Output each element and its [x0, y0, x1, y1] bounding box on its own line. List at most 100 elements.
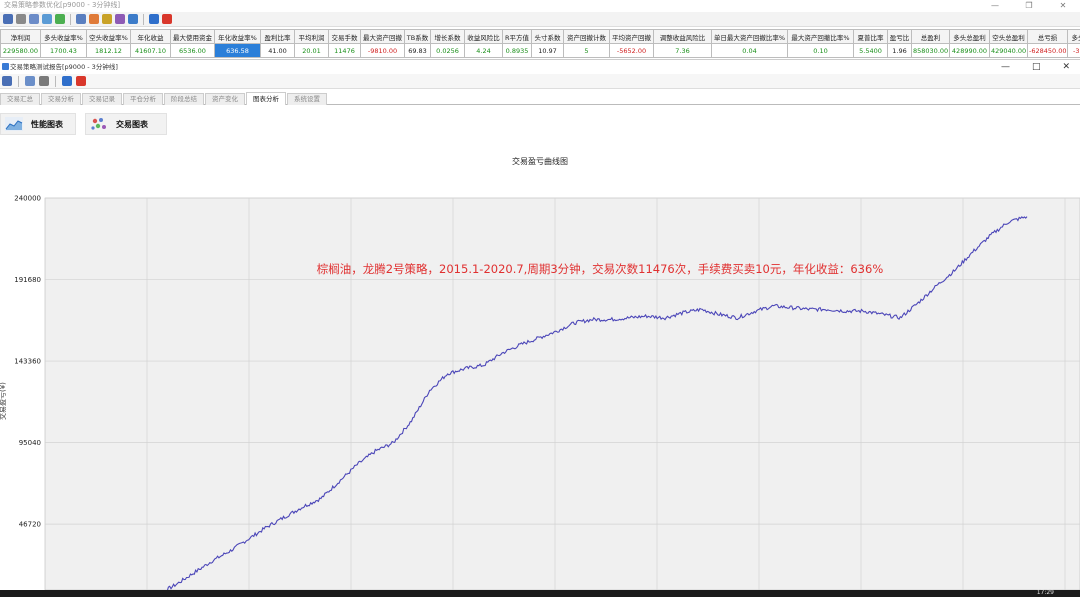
stats-value-cell[interactable]: 858030.00 — [911, 43, 950, 58]
stats-value-cell[interactable]: 0.8935 — [502, 43, 532, 58]
stats-header-cell[interactable]: 空头总盈利 — [989, 29, 1028, 44]
help-icon[interactable] — [62, 76, 72, 86]
stats-value-cell[interactable]: 229580.00 — [0, 43, 41, 58]
stats-value-cell[interactable]: 1700.43 — [40, 43, 87, 58]
stats-value-cell[interactable]: 7.36 — [653, 43, 712, 58]
performance-chart-label: 性能图表 — [31, 119, 63, 129]
report-minimize-button[interactable]: — — [1001, 60, 1010, 74]
stats-value-cell[interactable]: 0.0256 — [430, 43, 465, 58]
report-maximize-button[interactable]: □ — [1032, 60, 1041, 74]
stats-value-cell[interactable]: 429040.00 — [989, 43, 1028, 58]
stats-value-cell[interactable]: 69.83 — [404, 43, 431, 58]
stats-value-cell[interactable]: -31785 — [1067, 43, 1080, 58]
stats-header-cell[interactable]: 总亏损 — [1027, 29, 1068, 44]
stats-value-cell[interactable]: -628450.00 — [1027, 43, 1068, 58]
stats-value-cell[interactable]: 11476 — [328, 43, 361, 58]
tab-system-settings[interactable]: 系统设置 — [287, 93, 327, 105]
toolbar-separator — [18, 75, 19, 87]
stats-header-cell[interactable]: 交易手数 — [328, 29, 361, 44]
stats-header-cell[interactable]: 多头收益率% — [40, 29, 87, 44]
stats-value-cell[interactable]: 428990.00 — [949, 43, 990, 58]
tab-chart-analysis[interactable]: 图表分析 — [246, 92, 286, 105]
stats-header-cell[interactable]: 收益风险比 — [464, 29, 503, 44]
stats-value-cell[interactable]: 6536.00 — [170, 43, 215, 58]
performance-chart-button[interactable]: 性能图表 — [0, 113, 76, 135]
stats-value-cell[interactable]: 0.04 — [711, 43, 788, 58]
trade-chart-button[interactable]: 交易图表 — [85, 113, 167, 135]
stats-header-cell[interactable]: 总盈利 — [911, 29, 950, 44]
stats-value-cell[interactable]: 1812.12 — [86, 43, 131, 58]
stats-value-cell[interactable]: 41.00 — [260, 43, 295, 58]
exit-icon[interactable] — [162, 14, 172, 24]
export-icon[interactable] — [128, 14, 138, 24]
equity-curve-chart: 240000 191680 143360 95040 46720 棕榈油，龙腾2号策略，2… — [14, 195, 1080, 590]
stats-value-cell[interactable]: 41607.10 — [130, 43, 171, 58]
stats-header-cell[interactable]: 空头收益率% — [86, 29, 131, 44]
stats-header-cell[interactable]: 多头总盈利 — [949, 29, 990, 44]
restore-button[interactable]: ❐ — [1012, 0, 1046, 11]
stats-header-cell[interactable]: 最大使用资金 — [170, 29, 215, 44]
report-app-icon — [2, 63, 9, 70]
stats-header-cell[interactable]: 头寸系数 — [531, 29, 564, 44]
stats-header-cell[interactable]: 平均资产回撤 — [609, 29, 654, 44]
stats-header-cell[interactable]: 最大资产回撤 — [360, 29, 405, 44]
line-chart-icon[interactable] — [89, 14, 99, 24]
stats-value-cell[interactable]: 1.96 — [887, 43, 912, 58]
link-icon[interactable] — [29, 14, 39, 24]
stats-header-cell[interactable]: 平均利润 — [294, 29, 329, 44]
stats-header-cell[interactable]: 年化收益率% — [214, 29, 261, 44]
refresh-icon[interactable] — [42, 14, 52, 24]
stats-value-cell[interactable]: 5 — [563, 43, 610, 58]
minimize-button[interactable]: — — [978, 0, 1012, 11]
stats-header-cell[interactable]: 盈亏比 — [887, 29, 912, 44]
stats-header-cell[interactable]: 年化收益 — [130, 29, 171, 44]
stats-header-cell[interactable]: 多头总亏 — [1067, 29, 1080, 44]
stats-header-cell[interactable]: 单日最大资产回撤比率% — [711, 29, 788, 44]
report-tabs: 交易汇总 交易分析 交易记录 平仓分析 阶段总结 资产变化 图表分析 系统设置 — [0, 92, 1080, 105]
toolbar-separator — [143, 13, 144, 25]
stats-value-cell[interactable]: 10.97 — [531, 43, 564, 58]
print-preview-icon[interactable] — [25, 76, 35, 86]
globe-icon[interactable] — [55, 14, 65, 24]
stats-value-cell[interactable]: -9810.00 — [360, 43, 405, 58]
stats-value-cell[interactable]: -5652.00 — [609, 43, 654, 58]
stats-header-cell[interactable]: 最大资产回撤比率% — [787, 29, 854, 44]
table-icon[interactable] — [76, 14, 86, 24]
save-icon[interactable] — [3, 14, 13, 24]
tab-period-summary[interactable]: 阶段总结 — [164, 93, 204, 105]
close-button[interactable]: ✕ — [1046, 0, 1080, 11]
stats-header-cell[interactable]: 资产回撤计数 — [563, 29, 610, 44]
report-close-button[interactable]: ✕ — [1062, 60, 1070, 74]
plot-area — [44, 197, 1080, 590]
stats-value-cell-selected[interactable]: 636.58 — [214, 43, 261, 58]
stats-value-cell[interactable]: 0.10 — [787, 43, 854, 58]
print-icon[interactable] — [39, 76, 49, 86]
stats-header-cell[interactable]: 夏普比率 — [853, 29, 888, 44]
stats-header-cell[interactable]: 调整收益风险比 — [653, 29, 712, 44]
save-icon[interactable] — [2, 76, 12, 86]
stats-header-cell[interactable]: TB系数 — [404, 29, 431, 44]
toolbar-separator — [55, 75, 56, 87]
stats-header-cell[interactable]: R平方值 — [502, 29, 532, 44]
help-icon[interactable] — [149, 14, 159, 24]
tab-trade-records[interactable]: 交易记录 — [82, 93, 122, 105]
y-tick-label: 191680 — [14, 276, 41, 284]
stats-header-cell[interactable]: 增长系数 — [430, 29, 465, 44]
tab-asset-change[interactable]: 资产变化 — [205, 93, 245, 105]
y-tick-label: 95040 — [19, 439, 41, 447]
tab-summary[interactable]: 交易汇总 — [0, 93, 40, 105]
stats-header-cell[interactable]: 盈利比率 — [260, 29, 295, 44]
bar-chart-icon[interactable] — [102, 14, 112, 24]
stats-value-cell[interactable]: 4.24 — [464, 43, 503, 58]
stats-header-cell[interactable]: 净利润 — [0, 29, 41, 44]
stats-value-cell[interactable]: 5.5400 — [853, 43, 888, 58]
tab-trade-analysis[interactable]: 交易分析 — [41, 93, 81, 105]
copy-icon[interactable] — [16, 14, 26, 24]
stats-value-cell[interactable]: 20.01 — [294, 43, 329, 58]
report-toolbar — [0, 74, 1080, 89]
report-icon[interactable] — [115, 14, 125, 24]
taskbar-clock: 17:29 — [1036, 589, 1054, 596]
exit-icon[interactable] — [76, 76, 86, 86]
tab-close-analysis[interactable]: 平仓分析 — [123, 93, 163, 105]
taskbar — [0, 590, 1080, 597]
